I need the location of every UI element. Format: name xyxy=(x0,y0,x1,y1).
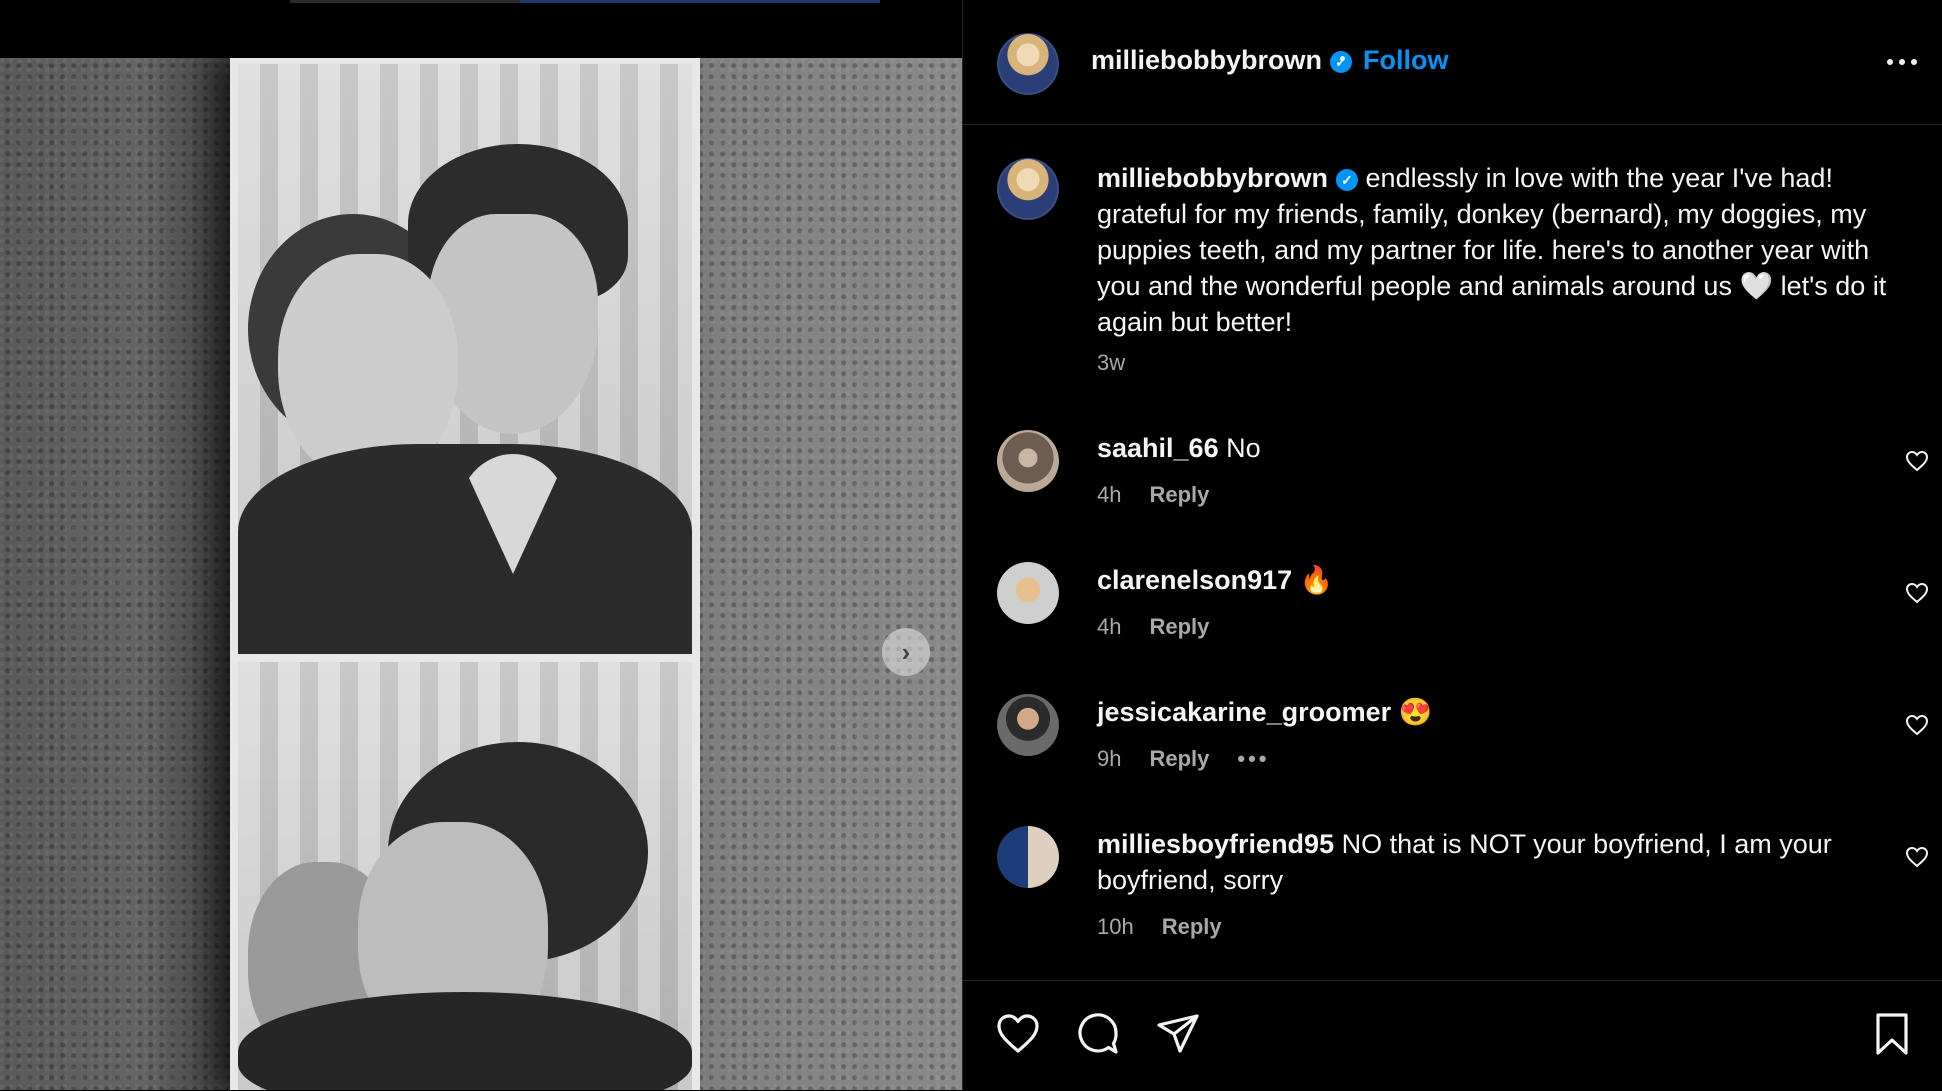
post-media: › xyxy=(0,0,962,1090)
avatar[interactable] xyxy=(997,562,1059,624)
follow-button[interactable]: Follow xyxy=(1363,45,1448,76)
avatar[interactable] xyxy=(997,694,1059,756)
comment-username[interactable]: saahil_66 xyxy=(1097,433,1219,463)
top-divider-accent xyxy=(520,0,880,3)
avatar[interactable] xyxy=(997,33,1059,95)
comment-body: 😍 xyxy=(1398,697,1433,727)
post-action-bar xyxy=(963,980,1942,1091)
heart-icon[interactable] xyxy=(995,1011,1041,1057)
author-username[interactable]: milliebobbybrown ✓ xyxy=(1091,45,1353,76)
reply-button[interactable]: Reply xyxy=(1149,482,1209,508)
heart-icon[interactable] xyxy=(1905,450,1929,472)
reply-button[interactable]: Reply xyxy=(1149,614,1209,640)
post-sidebar: milliebobbybrown ✓ Follow milliebobbybrow… xyxy=(962,0,1942,1090)
post-header: milliebobbybrown ✓ Follow xyxy=(963,0,1942,125)
photobooth-frame-2 xyxy=(238,662,692,1090)
comment-time[interactable]: 10h xyxy=(1097,914,1134,940)
comment-text: saahil_66 No xyxy=(1097,430,1877,466)
photobooth-frame-1 xyxy=(238,64,692,654)
avatar[interactable] xyxy=(997,826,1059,888)
comment-icon[interactable] xyxy=(1075,1011,1121,1057)
heart-icon[interactable] xyxy=(1905,714,1929,736)
comment-username[interactable]: milliesboyfriend95 xyxy=(1097,829,1334,859)
comment-body: 🔥 xyxy=(1299,565,1334,595)
comment-body: No xyxy=(1226,433,1261,463)
avatar[interactable] xyxy=(997,430,1059,492)
heart-icon[interactable] xyxy=(1905,582,1929,604)
comment-text: clarenelson917 🔥 xyxy=(1097,562,1877,598)
verified-badge-icon: ✓ xyxy=(1336,168,1359,191)
caption-text: milliebobbybrown ✓ endlessly in love with… xyxy=(1097,160,1897,340)
comment-meta: 4h Reply xyxy=(1097,614,1209,640)
comment-options-icon[interactable]: ••• xyxy=(1237,746,1269,772)
photobooth-strip xyxy=(230,58,700,1090)
comment-meta: 10h Reply xyxy=(1097,914,1222,940)
comment-username[interactable]: jessicakarine_groomer xyxy=(1097,697,1391,727)
caption-timestamp[interactable]: 3w xyxy=(1097,350,1125,376)
comment-meta: 4h Reply xyxy=(1097,482,1209,508)
post-photo xyxy=(0,58,962,1090)
send-icon[interactable] xyxy=(1155,1011,1201,1057)
avatar[interactable] xyxy=(997,158,1059,220)
verified-badge-icon: ✓ xyxy=(1330,50,1353,73)
heart-icon[interactable] xyxy=(1905,846,1929,868)
comment-time[interactable]: 4h xyxy=(1097,482,1121,508)
comment-username[interactable]: clarenelson917 xyxy=(1097,565,1292,595)
comment-time[interactable]: 4h xyxy=(1097,614,1121,640)
carousel-next-button[interactable]: › xyxy=(882,628,930,676)
comment-text: milliesboyfriend95 NO that is NOT your b… xyxy=(1097,826,1877,898)
comment-time[interactable]: 9h xyxy=(1097,746,1121,772)
comment-text: jessicakarine_groomer 😍 xyxy=(1097,694,1877,730)
top-divider xyxy=(290,0,520,3)
caption-username[interactable]: milliebobbybrown xyxy=(1097,163,1328,193)
reply-button[interactable]: Reply xyxy=(1162,914,1222,940)
comment-meta: 9h Reply ••• xyxy=(1097,746,1270,772)
chevron-right-icon: › xyxy=(901,636,911,667)
separator-dot xyxy=(1340,56,1345,61)
media-top-strip xyxy=(0,0,962,58)
more-options-icon[interactable] xyxy=(1887,50,1923,74)
reply-button[interactable]: Reply xyxy=(1149,746,1209,772)
bookmark-icon[interactable] xyxy=(1869,1011,1915,1057)
